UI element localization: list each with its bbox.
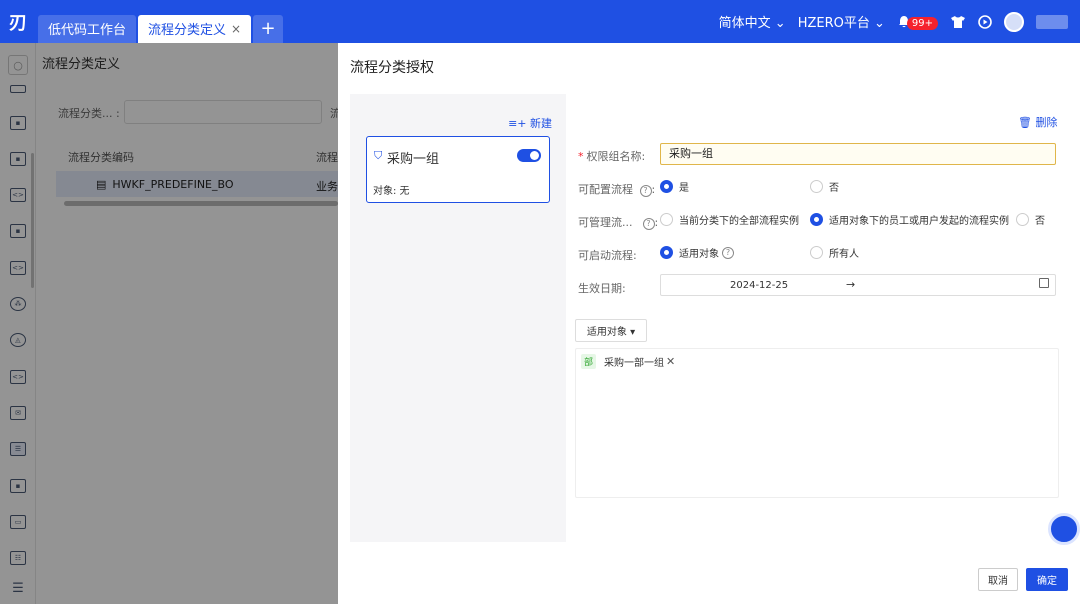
chat-assistant-icon[interactable] (1048, 513, 1080, 545)
calendar-icon[interactable] (1039, 278, 1049, 288)
start-applicable-radio[interactable]: 适用对象? (660, 245, 734, 260)
start-everyone-radio[interactable]: 所有人 (810, 245, 859, 260)
object-tag: 部 采购一部一组 ✕ (581, 354, 675, 369)
platform-switch[interactable]: HZERO平台 ⌄ (798, 12, 885, 31)
tab-lowcode-workbench[interactable]: 低代码工作台 (38, 14, 137, 43)
top-bar: 刃 低代码工作台 流程分类定义 × + 简体中文 ⌄ HZERO平台 ⌄ 99+ (0, 0, 1080, 43)
avatar[interactable] (1004, 11, 1024, 32)
manage-all-radio[interactable]: 当前分类下的全部流程实例 (660, 212, 799, 227)
radio-label: 适用对象下的员工或用户发起的流程实例 (829, 216, 1009, 227)
applicable-object-dropdown[interactable]: 适用对象 ▾ (575, 319, 647, 342)
group-objects: 对象: 无 (373, 186, 410, 197)
play-icon[interactable] (978, 14, 992, 29)
manage-no-radio[interactable]: 否 (1016, 212, 1045, 227)
required-mark: * (578, 150, 584, 163)
tab-label: 低代码工作台 (48, 23, 127, 38)
radio-dot (660, 213, 673, 226)
name-label: * 权限组名称: (578, 148, 645, 164)
new-button-label: 新建 (530, 117, 552, 130)
tag-label: 采购一部一组 (604, 358, 665, 369)
help-icon[interactable]: ? (639, 185, 652, 197)
radio-label: 适用对象 (679, 249, 719, 260)
language-switch[interactable]: 简体中文 ⌄ (719, 12, 786, 31)
radio-dot (1016, 213, 1029, 226)
startable-label: 可启动流程: (578, 249, 637, 262)
configurable-label: 可配置流程 ?: (578, 183, 656, 197)
date-range-picker[interactable]: 2024-12-25 → (660, 274, 1056, 296)
group-name-input[interactable]: 采购一组 (660, 143, 1056, 165)
notification-badge: 99+ (906, 17, 938, 30)
radio-label: 所有人 (829, 249, 859, 260)
shield-icon: ⛉ (374, 149, 383, 162)
close-icon[interactable]: × (231, 22, 241, 36)
drawer-title: 流程分类授权 (350, 60, 434, 76)
app-logo[interactable]: 刃 (0, 0, 36, 43)
notification-bell[interactable]: 99+ (897, 13, 938, 30)
add-list-icon: ≡+ (508, 117, 530, 130)
permission-group-card[interactable]: ⛉ 采购一组 对象: 无 (366, 136, 550, 203)
top-right-tools: 简体中文 ⌄ HZERO平台 ⌄ 99+ (719, 0, 1080, 43)
authorization-drawer: 流程分类授权 ≡+ 新建 ⛉ 采购一组 对象: 无 🗑 删除 * 权限组名称: 采… (338, 43, 1080, 604)
radio-label: 是 (679, 183, 689, 194)
radio-label: 当前分类下的全部流程实例 (679, 216, 799, 227)
department-mark: 部 (581, 354, 597, 369)
manageable-label: 可管理流...?: (578, 216, 659, 230)
shirt-icon[interactable] (950, 15, 966, 29)
radio-dot (810, 246, 823, 259)
label-text: 权限组名称: (586, 150, 646, 163)
group-name: 采购一组 (387, 152, 440, 167)
radio-dot (810, 213, 823, 226)
trash-icon: 🗑 (1018, 116, 1036, 129)
tab-process-category[interactable]: 流程分类定义 × (138, 14, 252, 43)
delete-button-label: 删除 (1035, 116, 1058, 129)
configurable-no-radio[interactable]: 否 (810, 179, 839, 194)
radio-dot (810, 180, 823, 193)
delete-button[interactable]: 🗑 删除 (1018, 114, 1057, 130)
date-label: 生效日期: (578, 282, 626, 295)
radio-label: 否 (1035, 216, 1045, 227)
help-icon[interactable]: ? (642, 218, 655, 230)
label-text: 可管理流... (578, 216, 633, 229)
cancel-button[interactable]: 取消 (978, 568, 1018, 591)
start-date: 2024-12-25 (730, 280, 789, 291)
arrow-right-icon: → (846, 278, 856, 291)
applicable-object-list: 部 采购一部一组 ✕ (575, 348, 1059, 498)
modal-mask[interactable] (0, 43, 338, 604)
close-icon[interactable]: ✕ (666, 355, 675, 368)
radio-dot (660, 180, 673, 193)
new-button[interactable]: ≡+ 新建 (508, 115, 552, 131)
add-tab-button[interactable]: + (253, 14, 284, 43)
permission-group-list: ≡+ 新建 ⛉ 采购一组 对象: 无 (350, 94, 566, 542)
enable-toggle[interactable] (517, 149, 541, 162)
label-text: 可配置流程 (578, 183, 637, 196)
manage-applicable-radio[interactable]: 适用对象下的员工或用户发起的流程实例 (810, 212, 1009, 227)
help-icon[interactable]: ? (722, 246, 734, 259)
tab-label: 流程分类定义 (148, 23, 227, 38)
confirm-button[interactable]: 确定 (1026, 568, 1068, 591)
user-name[interactable] (1036, 14, 1068, 29)
radio-dot (660, 246, 673, 259)
radio-label: 否 (829, 183, 839, 194)
configurable-yes-radio[interactable]: 是 (660, 179, 689, 194)
